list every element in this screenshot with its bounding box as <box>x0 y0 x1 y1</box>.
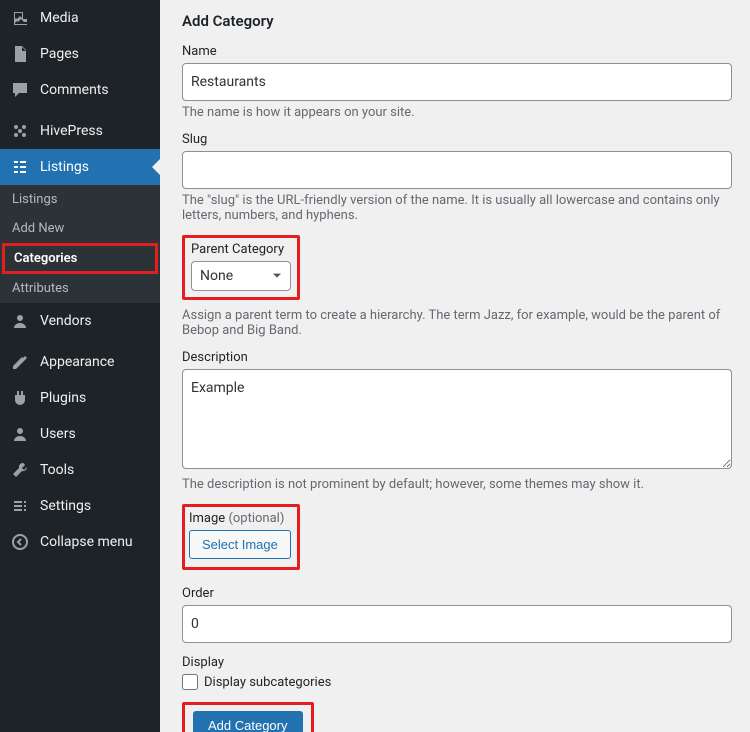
field-display: Display Display subcategories <box>182 655 732 690</box>
display-label: Display <box>182 655 732 670</box>
settings-icon <box>10 496 30 516</box>
hivepress-icon <box>10 121 30 141</box>
field-description: Description The description is not promi… <box>182 350 732 492</box>
field-slug: Slug The "slug" is the URL-friendly vers… <box>182 132 732 223</box>
media-icon <box>10 8 30 28</box>
menu-label: Collapse menu <box>40 534 133 550</box>
sidebar-submenu-listings: Listings Add New Categories Attributes <box>0 185 160 303</box>
sidebar-item-tools[interactable]: Tools <box>0 452 160 488</box>
order-label: Order <box>182 586 732 601</box>
vendors-icon <box>10 311 30 331</box>
sidebar-collapse[interactable]: Collapse menu <box>0 524 160 560</box>
sidebar-item-comments[interactable]: Comments <box>0 72 160 108</box>
image-optional-text: (optional) <box>228 511 284 526</box>
menu-label: Users <box>40 426 76 442</box>
collapse-icon <box>10 532 30 552</box>
slug-input[interactable] <box>182 151 732 189</box>
parent-label: Parent Category <box>191 242 291 257</box>
field-name: Name The name is how it appears on your … <box>182 44 732 120</box>
name-input[interactable] <box>182 63 732 101</box>
menu-label: Listings <box>40 159 89 175</box>
field-image: Image (optional) Select Image <box>182 504 732 574</box>
plugins-icon <box>10 388 30 408</box>
admin-sidebar: Media Pages Comments HivePress Listings … <box>0 0 160 732</box>
menu-label: HivePress <box>40 123 103 139</box>
submenu-item-add-new[interactable]: Add New <box>0 214 160 243</box>
sidebar-item-users[interactable]: Users <box>0 416 160 452</box>
menu-label: Tools <box>40 462 74 478</box>
menu-label: Comments <box>40 82 109 98</box>
listings-icon <box>10 157 30 177</box>
order-input[interactable] <box>182 605 732 643</box>
slug-label: Slug <box>182 132 732 147</box>
users-icon <box>10 424 30 444</box>
field-order: Order <box>182 586 732 643</box>
menu-label: Media <box>40 10 79 26</box>
field-parent-category: Parent Category None Assign a parent ter… <box>182 235 732 338</box>
menu-label: Settings <box>40 498 91 514</box>
sidebar-item-vendors[interactable]: Vendors <box>0 303 160 339</box>
image-label: Image (optional) <box>189 511 291 526</box>
sidebar-item-listings[interactable]: Listings <box>0 149 160 185</box>
add-category-button[interactable]: Add Category <box>193 711 303 732</box>
menu-label: Plugins <box>40 390 86 406</box>
highlight-image: Image (optional) Select Image <box>182 504 300 570</box>
sidebar-item-pages[interactable]: Pages <box>0 36 160 72</box>
description-help: The description is not prominent by defa… <box>182 477 732 492</box>
main-content: Add Category Name The name is how it app… <box>160 0 750 732</box>
page-title: Add Category <box>182 12 732 30</box>
select-image-button[interactable]: Select Image <box>189 530 291 559</box>
name-help: The name is how it appears on your site. <box>182 105 732 120</box>
description-textarea[interactable] <box>182 369 732 469</box>
display-subcategories-checkbox[interactable] <box>182 674 198 690</box>
display-subcategories-label: Display subcategories <box>204 675 331 690</box>
name-label: Name <box>182 44 732 59</box>
sidebar-item-plugins[interactable]: Plugins <box>0 380 160 416</box>
submenu-item-listings[interactable]: Listings <box>0 185 160 214</box>
image-label-text: Image <box>189 511 225 526</box>
menu-label: Pages <box>40 46 79 62</box>
parent-select[interactable]: None <box>191 261 291 291</box>
sidebar-item-media[interactable]: Media <box>0 0 160 36</box>
parent-help: Assign a parent term to create a hierarc… <box>182 308 732 338</box>
submenu-item-categories[interactable]: Categories <box>2 243 158 274</box>
menu-label: Vendors <box>40 313 92 329</box>
appearance-icon <box>10 352 30 372</box>
sidebar-item-appearance[interactable]: Appearance <box>0 344 160 380</box>
highlight-submit: Add Category <box>182 702 314 732</box>
description-label: Description <box>182 350 732 365</box>
comments-icon <box>10 80 30 100</box>
sidebar-item-hivepress[interactable]: HivePress <box>0 113 160 149</box>
highlight-parent-category: Parent Category None <box>182 235 300 300</box>
pages-icon <box>10 44 30 64</box>
slug-help: The "slug" is the URL-friendly version o… <box>182 193 732 223</box>
menu-label: Appearance <box>40 354 114 370</box>
sidebar-item-settings[interactable]: Settings <box>0 488 160 524</box>
submenu-item-attributes[interactable]: Attributes <box>0 274 160 303</box>
tools-icon <box>10 460 30 480</box>
